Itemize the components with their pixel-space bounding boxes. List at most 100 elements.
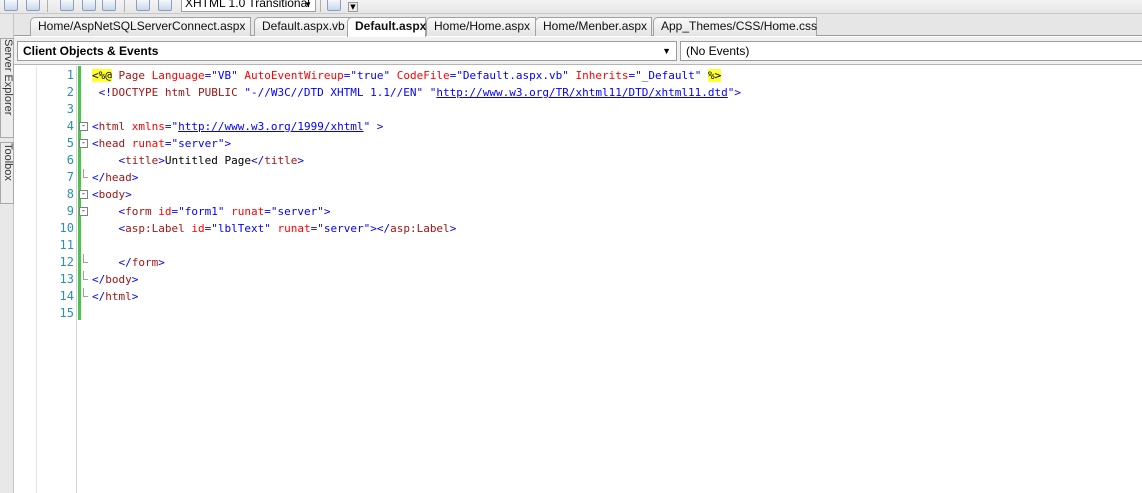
code-token: CodeFile (390, 69, 450, 82)
navigation-bar: Client Objects & Events ▼ (No Events) (14, 37, 1142, 65)
code-token: Page (111, 69, 152, 82)
back-icon[interactable] (4, 0, 18, 11)
code-token: " (423, 86, 437, 99)
code-token: Inherits (568, 69, 629, 82)
code-line[interactable]: 1 <%@ Page Language="VB" AutoEventWireup=… (14, 67, 1142, 84)
tab-label: Home/Menber.aspx (543, 19, 648, 33)
page-icon[interactable] (60, 0, 74, 11)
collapse-icon[interactable]: - (79, 207, 88, 216)
code-token: <%@ (92, 69, 112, 82)
tab-default-aspx[interactable]: Default.aspx (347, 17, 426, 37)
code-line[interactable]: 15 (14, 305, 1142, 322)
code-token: < (92, 188, 99, 201)
tab-label: Home/Home.aspx (434, 19, 531, 33)
code-text: </form> (92, 254, 165, 271)
code-token: html (98, 120, 126, 133)
code-editor[interactable]: 1 <%@ Page Language="VB" AutoEventWireup=… (14, 66, 1142, 493)
tab-home-menber-aspx[interactable]: Home/Menber.aspx (535, 17, 652, 36)
code-token: title (264, 154, 298, 167)
line-number: 13 (59, 272, 74, 286)
spellcheck-icon[interactable] (327, 0, 341, 11)
code-token: </ (92, 256, 132, 269)
fold-end-marker (83, 288, 88, 297)
code-token: body (98, 188, 126, 201)
align-icon[interactable] (158, 0, 172, 11)
code-line[interactable]: 4- <html xmlns="http://www.w3.org/1999/xh… (14, 118, 1142, 135)
code-token: "VB" (211, 69, 238, 82)
code-token: > (131, 171, 139, 184)
code-line[interactable]: 6 <title>Untitled Page</title> (14, 152, 1142, 169)
code-token: head (98, 137, 126, 150)
doctype-selector[interactable]: XHTML 1.0 Transitional ▼ (181, 0, 316, 12)
code-token: < (92, 222, 126, 235)
code-token: > (297, 154, 304, 167)
client-objects-dropdown[interactable]: Client Objects & Events ▼ (17, 41, 677, 61)
code-line[interactable]: 13 </body> (14, 271, 1142, 288)
outdent-icon[interactable] (102, 0, 116, 11)
code-token: > (131, 273, 139, 286)
code-text: <body> (92, 186, 132, 203)
line-number: 4 (66, 119, 74, 133)
code-text: </head> (92, 169, 138, 186)
toolbar-options-icon[interactable]: ▼ (348, 2, 358, 12)
code-token: > (224, 137, 232, 150)
code-text: <form id="form1" runat="server"> (92, 203, 330, 220)
code-token: > (158, 154, 165, 167)
code-token: xmlns (125, 120, 165, 133)
collapse-icon[interactable]: - (79, 190, 88, 199)
code-token: runat (224, 205, 265, 218)
forward-icon[interactable] (26, 0, 40, 11)
server-explorer-label: Server Explorer (2, 39, 14, 116)
code-line[interactable]: 9- <form id="form1" runat="server"> (14, 203, 1142, 220)
toolbar-separator (124, 0, 125, 12)
collapse-icon[interactable]: - (79, 139, 88, 148)
server-explorer-tab[interactable]: Server Explorer (0, 38, 14, 138)
code-token: < (92, 205, 126, 218)
code-token: "Default.aspx.vb" (456, 69, 569, 82)
code-token: < (92, 120, 99, 133)
fold-end-marker (83, 169, 88, 178)
client-objects-value: Client Objects & Events (23, 44, 159, 58)
code-text: <html xmlns="http://www.w3.org/1999/xhtm… (92, 118, 383, 135)
tab-home-aspnetsqlserverconnect[interactable]: Home/AspNetSQLServerConnect.aspx (30, 17, 251, 36)
code-line[interactable]: 3 (14, 101, 1142, 118)
code-token: asp:Label (390, 222, 450, 235)
code-line[interactable]: 14 </html> (14, 288, 1142, 305)
code-line[interactable]: 10 <asp:Label id="lblText" runat="server… (14, 220, 1142, 237)
code-token: runat (125, 137, 165, 150)
tab-home-home-aspx[interactable]: Home/Home.aspx (426, 17, 536, 36)
side-panel: Server Explorer Toolbox (0, 14, 14, 493)
line-number: 9 (66, 204, 74, 218)
tab-app-themes-home-css[interactable]: App_Themes/CSS/Home.css (653, 17, 817, 36)
code-text: <asp:Label id="lblText" runat="server"><… (92, 220, 456, 237)
code-token: http://www.w3.org/TR/xhtml11/DTD/xhtml11… (436, 86, 728, 99)
code-token: html (105, 290, 132, 303)
fold-end-marker (83, 254, 88, 263)
code-line[interactable]: 12 </form> (14, 254, 1142, 271)
code-token: = (164, 137, 172, 150)
code-line[interactable]: 5- <head runat="server"> (14, 135, 1142, 152)
code-line[interactable]: 7 </head> (14, 169, 1142, 186)
collapse-icon[interactable]: - (79, 122, 88, 131)
code-token: Untitled Page (164, 154, 251, 167)
chevron-down-icon: ▼ (662, 46, 671, 56)
code-line[interactable]: 2 <!DOCTYPE html PUBLIC "-//W3C//DTD XHT… (14, 84, 1142, 101)
toolbar-separator (47, 0, 48, 12)
code-token: AutoEventWireup (237, 69, 344, 82)
code-token: > (158, 256, 165, 269)
code-token: > (125, 188, 132, 201)
code-token: head (105, 171, 132, 184)
code-line[interactable]: 8- <body> (14, 186, 1142, 203)
code-token: "-//W3C//DTD XHTML 1.1//EN" (244, 86, 424, 99)
code-token: html PUBLIC (158, 86, 245, 99)
toolbox-tab[interactable]: Toolbox (0, 142, 14, 204)
indent-icon[interactable] (136, 0, 150, 11)
tab-default-aspx-vb[interactable]: Default.aspx.vb (254, 17, 351, 36)
code-text: <title>Untitled Page</title> (92, 152, 304, 169)
code-line[interactable]: 11 (14, 237, 1142, 254)
code-token: "server" (171, 137, 225, 150)
document-tabs: Home/AspNetSQLServerConnect.aspx Default… (14, 14, 1142, 37)
code-token: "> (727, 86, 742, 99)
format-icon[interactable] (82, 0, 96, 11)
events-dropdown[interactable]: (No Events) (680, 41, 1142, 61)
